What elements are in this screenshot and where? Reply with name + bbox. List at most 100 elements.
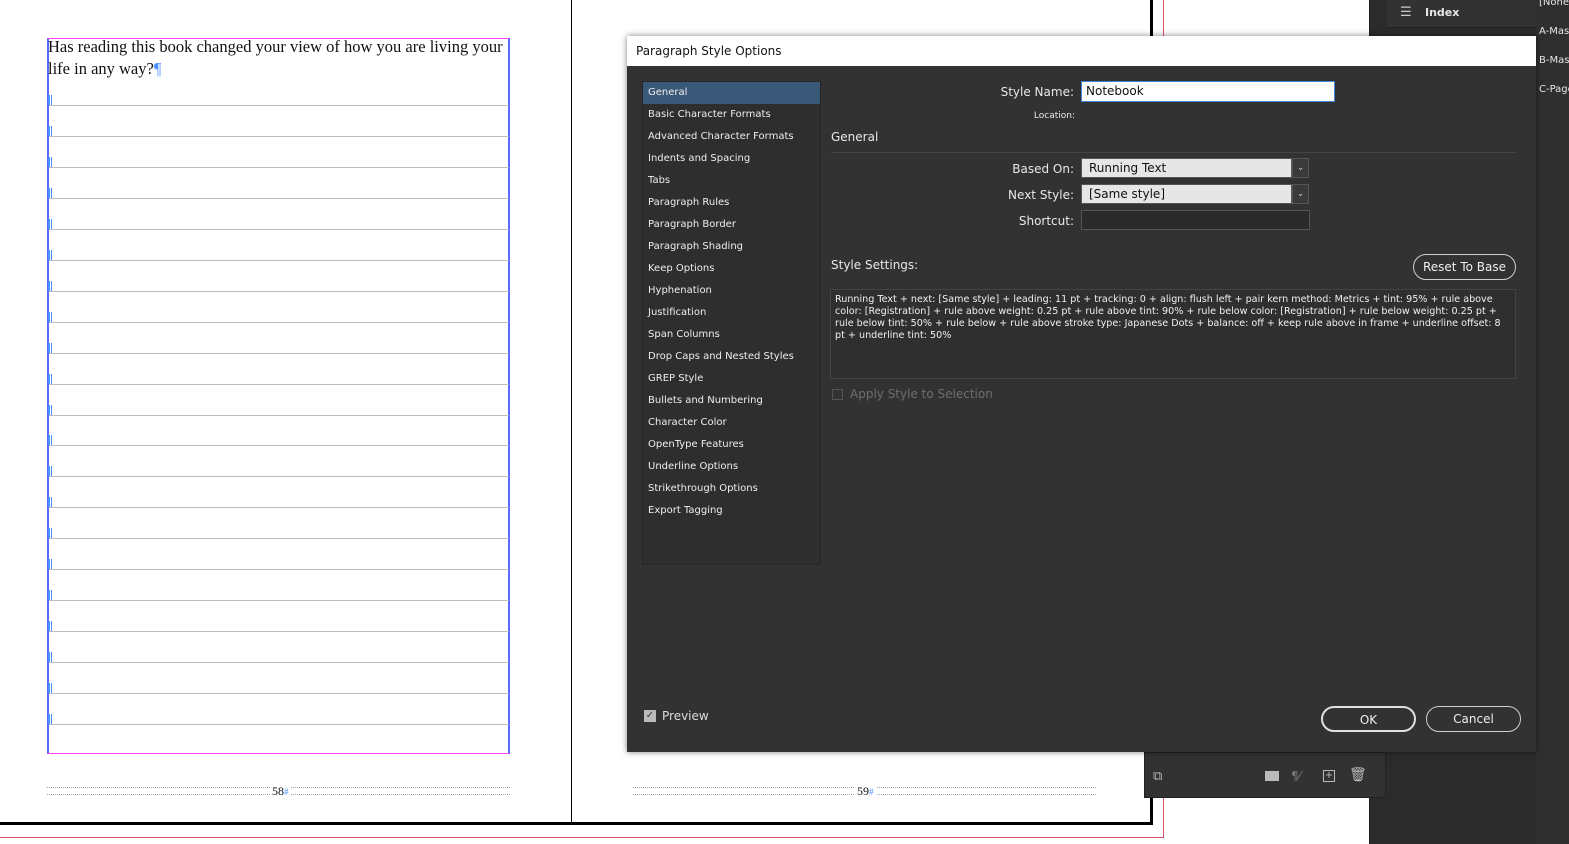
page-number-right: 59# xyxy=(855,784,876,799)
pilcrow-mark xyxy=(48,621,52,632)
category-item[interactable]: GREP Style xyxy=(643,368,820,390)
category-item[interactable]: Paragraph Border xyxy=(643,214,820,236)
pilcrow-mark xyxy=(48,218,52,229)
notebook-rule xyxy=(49,290,509,292)
master-a[interactable]: A-Master xyxy=(1539,26,1569,37)
notebook-rule xyxy=(49,507,509,509)
question-content: Has reading this book changed your view … xyxy=(48,37,503,78)
index-row[interactable]: ☰ Index xyxy=(1387,0,1537,28)
pilcrow-mark xyxy=(48,652,52,663)
pilcrow-mark xyxy=(48,280,52,291)
trash-icon[interactable]: 🗑 xyxy=(1349,767,1367,783)
category-item[interactable]: Character Color xyxy=(643,412,820,434)
preview-checkbox[interactable]: ✓ xyxy=(644,710,656,722)
based-on-select[interactable]: Running Text xyxy=(1081,158,1292,178)
dialog-title: Paragraph Style Options xyxy=(627,36,1536,66)
category-item[interactable]: Tabs xyxy=(643,170,820,192)
notebook-rule xyxy=(49,662,509,664)
category-item[interactable]: Underline Options xyxy=(643,456,820,478)
text-frame[interactable] xyxy=(47,38,510,754)
pilcrow-mark xyxy=(48,590,52,601)
pilcrow-mark xyxy=(48,466,52,477)
notebook-rule xyxy=(49,476,509,478)
notebook-rule xyxy=(49,321,509,323)
category-item[interactable]: Span Columns xyxy=(643,324,820,346)
pilcrow-mark xyxy=(48,311,52,322)
notebook-rule xyxy=(49,166,509,168)
category-item[interactable]: Basic Character Formats xyxy=(643,104,820,126)
apply-style-label: Apply Style to Selection xyxy=(850,387,993,401)
master-c[interactable]: C-Page xyxy=(1539,84,1569,95)
section-divider xyxy=(831,152,1516,153)
location-label: Location: xyxy=(1033,111,1075,121)
pilcrow-mark: ¶ xyxy=(153,59,162,78)
shortcut-label: Shortcut: xyxy=(1018,214,1074,228)
pilcrow-mark xyxy=(48,95,52,105)
style-name-input[interactable]: Notebook xyxy=(1081,81,1335,102)
category-item[interactable]: Indents and Spacing xyxy=(643,148,820,170)
category-item[interactable]: Strikethrough Options xyxy=(643,478,820,500)
pilcrow-mark xyxy=(48,156,52,167)
category-item[interactable]: Export Tagging xyxy=(643,500,820,522)
next-style-select[interactable]: [Same style] xyxy=(1081,184,1292,204)
category-list[interactable]: General Basic Character Formats Advanced C… xyxy=(642,81,821,565)
reset-to-base-button[interactable]: Reset To Base xyxy=(1413,254,1516,280)
section-title: General xyxy=(831,130,879,144)
category-item[interactable]: Advanced Character Formats xyxy=(643,126,820,148)
category-item[interactable]: General xyxy=(643,82,820,104)
pilcrow-mark xyxy=(48,683,52,694)
notebook-rule xyxy=(49,569,509,571)
pilcrow-mark xyxy=(48,249,52,260)
notebook-rule xyxy=(49,445,509,447)
master-none[interactable]: [None] xyxy=(1539,0,1569,8)
notebook-rule xyxy=(49,631,509,633)
style-name-label: Style Name: xyxy=(1000,85,1074,99)
new-style-icon[interactable]: + xyxy=(1323,770,1335,782)
clear-overrides-icon[interactable]: ¶⁄ xyxy=(1291,769,1301,783)
category-item[interactable]: Hyphenation xyxy=(643,280,820,302)
question-text[interactable]: Has reading this book changed your view … xyxy=(48,36,510,80)
category-item[interactable]: Bullets and Numbering xyxy=(643,390,820,412)
cancel-button[interactable]: Cancel xyxy=(1426,706,1521,732)
masters-list: [None] A-Master B-Master C-Page xyxy=(1536,0,1569,844)
spread-spine xyxy=(571,0,572,824)
notebook-rule xyxy=(49,105,509,106)
notebook-rule xyxy=(49,135,509,137)
notebook-rule xyxy=(49,724,509,725)
index-icon: ☰ xyxy=(1400,5,1412,20)
pilcrow-mark xyxy=(48,404,52,415)
category-item[interactable]: Keep Options xyxy=(643,258,820,280)
ok-button[interactable]: OK xyxy=(1321,706,1416,732)
notebook-rule xyxy=(49,228,509,230)
category-item[interactable]: Paragraph Rules xyxy=(643,192,820,214)
index-label: Index xyxy=(1425,6,1460,19)
pilcrow-mark xyxy=(48,125,52,136)
notebook-rule xyxy=(49,352,509,354)
pilcrow-mark xyxy=(48,342,52,353)
apply-style-checkbox[interactable] xyxy=(832,389,843,400)
folder-icon[interactable] xyxy=(1265,771,1279,781)
pilcrow-mark xyxy=(48,714,52,724)
page-edge xyxy=(0,822,1153,825)
notebook-rule xyxy=(49,600,509,602)
based-on-chevron-down-icon[interactable]: ⌄ xyxy=(1292,158,1309,178)
shortcut-input[interactable] xyxy=(1081,210,1310,230)
load-styles-icon[interactable]: ⧉ xyxy=(1153,769,1162,784)
notebook-rule xyxy=(49,383,509,385)
page-number-left: 58# xyxy=(270,784,291,799)
pilcrow-mark xyxy=(48,187,52,198)
category-item[interactable]: Justification xyxy=(643,302,820,324)
next-style-chevron-down-icon[interactable]: ⌄ xyxy=(1292,184,1309,204)
master-b[interactable]: B-Master xyxy=(1539,55,1569,66)
style-settings-text: Running Text + next: [Same style] + lead… xyxy=(830,289,1516,379)
category-item[interactable]: OpenType Features xyxy=(643,434,820,456)
category-item[interactable]: Drop Caps and Nested Styles xyxy=(643,346,820,368)
category-item[interactable]: Paragraph Shading xyxy=(643,236,820,258)
notebook-rule xyxy=(49,538,509,540)
paragraph-style-options-dialog: Paragraph Style Options General Basic Cha… xyxy=(627,36,1536,752)
preview-label: Preview xyxy=(662,709,709,723)
pilcrow-mark xyxy=(48,528,52,539)
notebook-rule xyxy=(49,693,509,695)
bleed-guide-bottom xyxy=(0,837,1164,838)
style-settings-label: Style Settings: xyxy=(831,258,919,272)
